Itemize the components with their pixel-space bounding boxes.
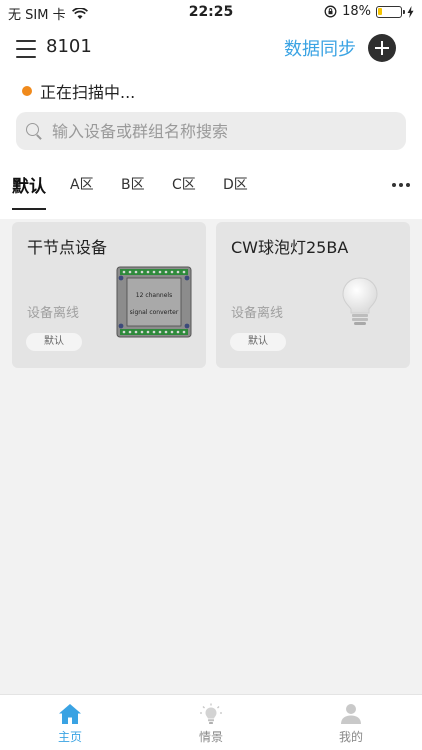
light-bulb-icon	[342, 277, 378, 325]
scan-status-dot	[22, 86, 32, 96]
tab-zone-d[interactable]: D区	[223, 174, 248, 194]
charging-bolt-icon	[407, 5, 414, 18]
group-tabs: 默认 A区 B区 C区 D区	[0, 170, 422, 210]
battery-fill	[378, 7, 382, 15]
rotation-lock-icon	[324, 5, 337, 18]
active-tab-indicator	[12, 208, 46, 210]
device-group-badge: 默认	[26, 333, 82, 351]
tab-zone-b[interactable]: B区	[121, 174, 145, 194]
data-sync-button[interactable]: 数据同步	[284, 35, 356, 61]
search-input[interactable]	[52, 121, 372, 141]
device-card[interactable]: CW球泡灯25BA 设备离线 默认	[216, 222, 410, 368]
thumb-label-line1: 12 channels	[136, 292, 172, 299]
scene-bulb-icon	[200, 703, 222, 724]
device-status: 设备离线	[231, 306, 284, 321]
tab-zone-a[interactable]: A区	[70, 174, 94, 194]
nav-mine[interactable]: 我的	[311, 703, 391, 745]
top-panel: 8101 数据同步 正在扫描中... 默认 A区 B区 C区 D区	[0, 24, 422, 219]
battery-group: 18%	[324, 4, 414, 19]
nav-scene[interactable]: 情景	[171, 703, 251, 745]
scan-status-text: 正在扫描中...	[40, 83, 136, 102]
home-icon	[59, 704, 81, 724]
bottom-nav: 主页 情景 我的	[0, 694, 422, 750]
search-icon	[26, 123, 42, 139]
menu-icon[interactable]	[16, 40, 36, 58]
nav-home-label: 主页	[57, 730, 82, 744]
signal-converter-image: 12 channels signal converter	[116, 266, 192, 338]
nav-home[interactable]: 主页	[30, 703, 110, 745]
nav-scene-label: 情景	[198, 730, 223, 744]
add-device-button[interactable]	[368, 34, 396, 62]
tab-default[interactable]: 默认	[12, 172, 46, 197]
thumb-label-line2: signal converter	[130, 309, 179, 316]
scan-status: 正在扫描中...	[22, 79, 135, 103]
device-group-badge: 默认	[230, 333, 286, 351]
search-bar[interactable]	[16, 112, 406, 150]
battery-icon	[376, 5, 405, 18]
tab-zone-c[interactable]: C区	[172, 174, 196, 194]
more-options-icon[interactable]	[392, 183, 410, 187]
status-bar: 无 SIM 卡 22:25 18%	[0, 0, 422, 24]
battery-percent: 18%	[342, 4, 371, 19]
nav-mine-label: 我的	[338, 730, 363, 744]
device-name: CW球泡灯25BA	[231, 238, 349, 257]
device-card[interactable]: 干节点设备 设备离线 默认 12 channels signal convert…	[12, 222, 206, 368]
person-icon	[341, 704, 361, 724]
device-status: 设备离线	[27, 306, 80, 321]
device-name: 干节点设备	[27, 238, 108, 257]
home-id[interactable]: 8101	[46, 36, 92, 57]
